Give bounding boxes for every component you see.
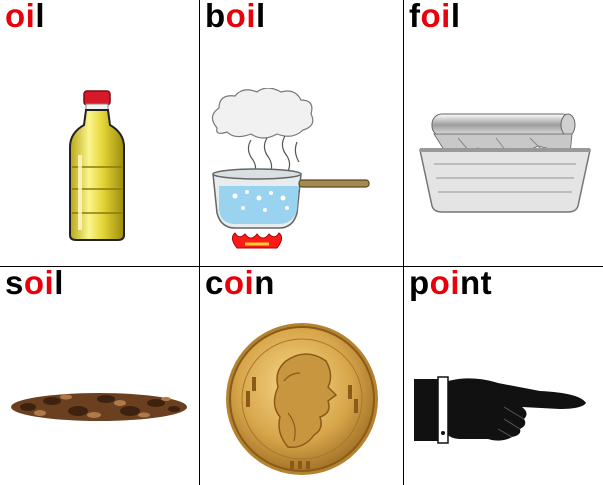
word-vowel-team: oi — [420, 0, 451, 34]
word-suffix: nt — [460, 267, 493, 301]
word-prefix: s — [5, 267, 24, 301]
phonics-sheet: oil boil foil soil coin point — [0, 0, 603, 485]
word-card-boil: boil — [200, 0, 404, 267]
pointing-hand-illustration — [414, 376, 586, 444]
word-prefix: c — [205, 267, 224, 301]
gold-coin-illustration — [226, 323, 378, 475]
oil-bottle-illustration — [69, 90, 125, 241]
word-prefix: b — [205, 0, 226, 34]
word-card-oil: oil — [0, 0, 200, 267]
word-label: coin — [205, 267, 275, 303]
word-card-foil: foil — [404, 0, 603, 267]
boiling-pot-illustration — [211, 88, 370, 249]
word-suffix: l — [450, 0, 461, 34]
word-vowel-team: oi — [5, 0, 36, 34]
word-label: boil — [205, 0, 266, 36]
foil-tray-illustration — [419, 113, 591, 213]
word-suffix: l — [35, 0, 45, 34]
word-card-soil: soil — [0, 267, 200, 485]
word-prefix: f — [409, 0, 421, 34]
word-card-grid: oil boil foil soil coin point — [0, 0, 603, 485]
word-vowel-team: oi — [429, 267, 460, 301]
word-prefix: p — [409, 267, 430, 301]
word-card-coin: coin — [200, 267, 404, 485]
word-card-point: point — [404, 267, 603, 485]
word-vowel-team: oi — [225, 0, 256, 34]
word-label: soil — [5, 267, 64, 303]
word-suffix: n — [254, 267, 275, 301]
soil-pile-illustration — [11, 393, 187, 421]
word-vowel-team: oi — [23, 267, 55, 301]
word-vowel-team: oi — [223, 267, 255, 301]
word-label: foil — [409, 0, 461, 36]
word-label: point — [409, 267, 492, 303]
word-label: oil — [5, 0, 45, 36]
word-suffix: l — [256, 0, 266, 34]
word-suffix: l — [54, 267, 64, 301]
